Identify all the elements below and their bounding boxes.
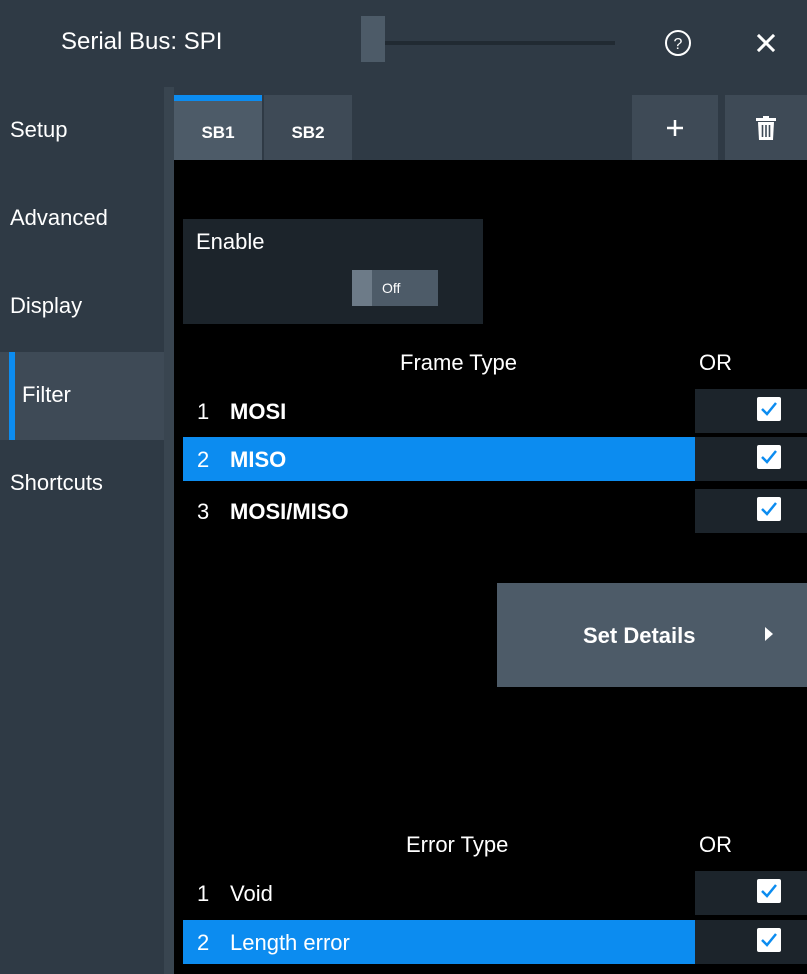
- title-slider-handle[interactable]: [361, 16, 385, 62]
- enable-label: Enable: [196, 229, 265, 254]
- enable-panel: Enable Off: [183, 219, 483, 324]
- row-number: 2: [197, 930, 210, 955]
- sidebar-item-label: Advanced: [10, 205, 108, 230]
- chevron-right-icon: [765, 627, 773, 641]
- frame-type-row[interactable]: 2 MISO: [183, 437, 695, 481]
- sidebar-item-setup[interactable]: Setup: [0, 87, 164, 175]
- set-details-label: Set Details: [583, 623, 696, 648]
- frame-or-header: OR: [699, 350, 732, 375]
- or-checkbox[interactable]: [757, 397, 781, 421]
- title-bar: Serial Bus: SPI ?: [0, 0, 807, 87]
- error-type-header: Error Type: [406, 832, 509, 857]
- error-type-row[interactable]: 1 Void: [183, 871, 695, 915]
- or-checkbox-cell: [695, 489, 807, 533]
- sidebar-item-label: Display: [10, 293, 83, 318]
- checkmark-icon: [761, 933, 777, 947]
- or-checkbox[interactable]: [757, 497, 781, 521]
- row-label: MISO: [230, 447, 287, 472]
- toggle-knob: [352, 270, 372, 306]
- row-label: Void: [230, 881, 273, 906]
- or-checkbox[interactable]: [757, 879, 781, 903]
- row-label: MOSI: [230, 399, 287, 424]
- error-type-row[interactable]: 2 Length error: [183, 920, 695, 964]
- or-checkbox-cell: [695, 389, 807, 433]
- or-checkbox-cell: [695, 871, 807, 915]
- set-details-button[interactable]: Set Details: [497, 583, 807, 687]
- serial-bus-tab-bar: SB1 SB2: [174, 87, 807, 160]
- row-label: Length error: [230, 930, 350, 955]
- checkmark-icon: [761, 402, 777, 416]
- sidebar-item-filter[interactable]: Filter: [0, 352, 164, 440]
- sidebar-divider: [164, 87, 174, 974]
- sidebar-item-advanced[interactable]: Advanced: [0, 175, 164, 263]
- row-number: 1: [197, 881, 210, 906]
- delete-bus-button[interactable]: [725, 95, 807, 160]
- sidebar-item-display[interactable]: Display: [0, 263, 164, 351]
- toggle-state: Off: [382, 280, 401, 296]
- close-icon[interactable]: [754, 31, 778, 55]
- enable-toggle[interactable]: Off: [352, 270, 438, 306]
- or-checkbox-cell: [695, 920, 807, 964]
- tab-label: SB1: [201, 123, 235, 142]
- row-label: MOSI/MISO: [230, 499, 349, 524]
- plus-icon: [667, 119, 683, 136]
- frame-type-header: Frame Type: [400, 350, 517, 375]
- row-number: 2: [197, 447, 210, 472]
- add-bus-button[interactable]: [632, 95, 718, 160]
- side-navigation: Setup Advanced Display Filter Shortcuts: [0, 87, 164, 974]
- sidebar-item-label: Filter: [22, 382, 71, 407]
- tab-label: SB2: [291, 123, 325, 142]
- trash-icon: [756, 115, 776, 140]
- or-checkbox[interactable]: [757, 445, 781, 469]
- row-number: 1: [197, 399, 210, 424]
- sidebar-item-shortcuts[interactable]: Shortcuts: [0, 440, 164, 528]
- sidebar-item-label: Shortcuts: [10, 470, 103, 495]
- checkmark-icon: [761, 502, 777, 516]
- checkmark-icon: [761, 884, 777, 898]
- help-circle-icon[interactable]: ?: [664, 29, 692, 57]
- frame-type-row[interactable]: 3 MOSI/MISO: [183, 489, 695, 533]
- title-slider-track[interactable]: [384, 41, 615, 45]
- tab-sb1[interactable]: SB1: [174, 95, 262, 160]
- or-checkbox[interactable]: [757, 928, 781, 952]
- row-number: 3: [197, 499, 210, 524]
- checkmark-icon: [761, 450, 777, 464]
- svg-text:?: ?: [674, 36, 683, 53]
- or-checkbox-cell: [695, 437, 807, 481]
- window-title: Serial Bus: SPI: [61, 28, 223, 55]
- frame-type-row[interactable]: 1 MOSI: [183, 389, 695, 433]
- error-or-header: OR: [699, 832, 732, 857]
- tab-sb2[interactable]: SB2: [264, 95, 352, 160]
- sidebar-item-label: Setup: [10, 117, 68, 142]
